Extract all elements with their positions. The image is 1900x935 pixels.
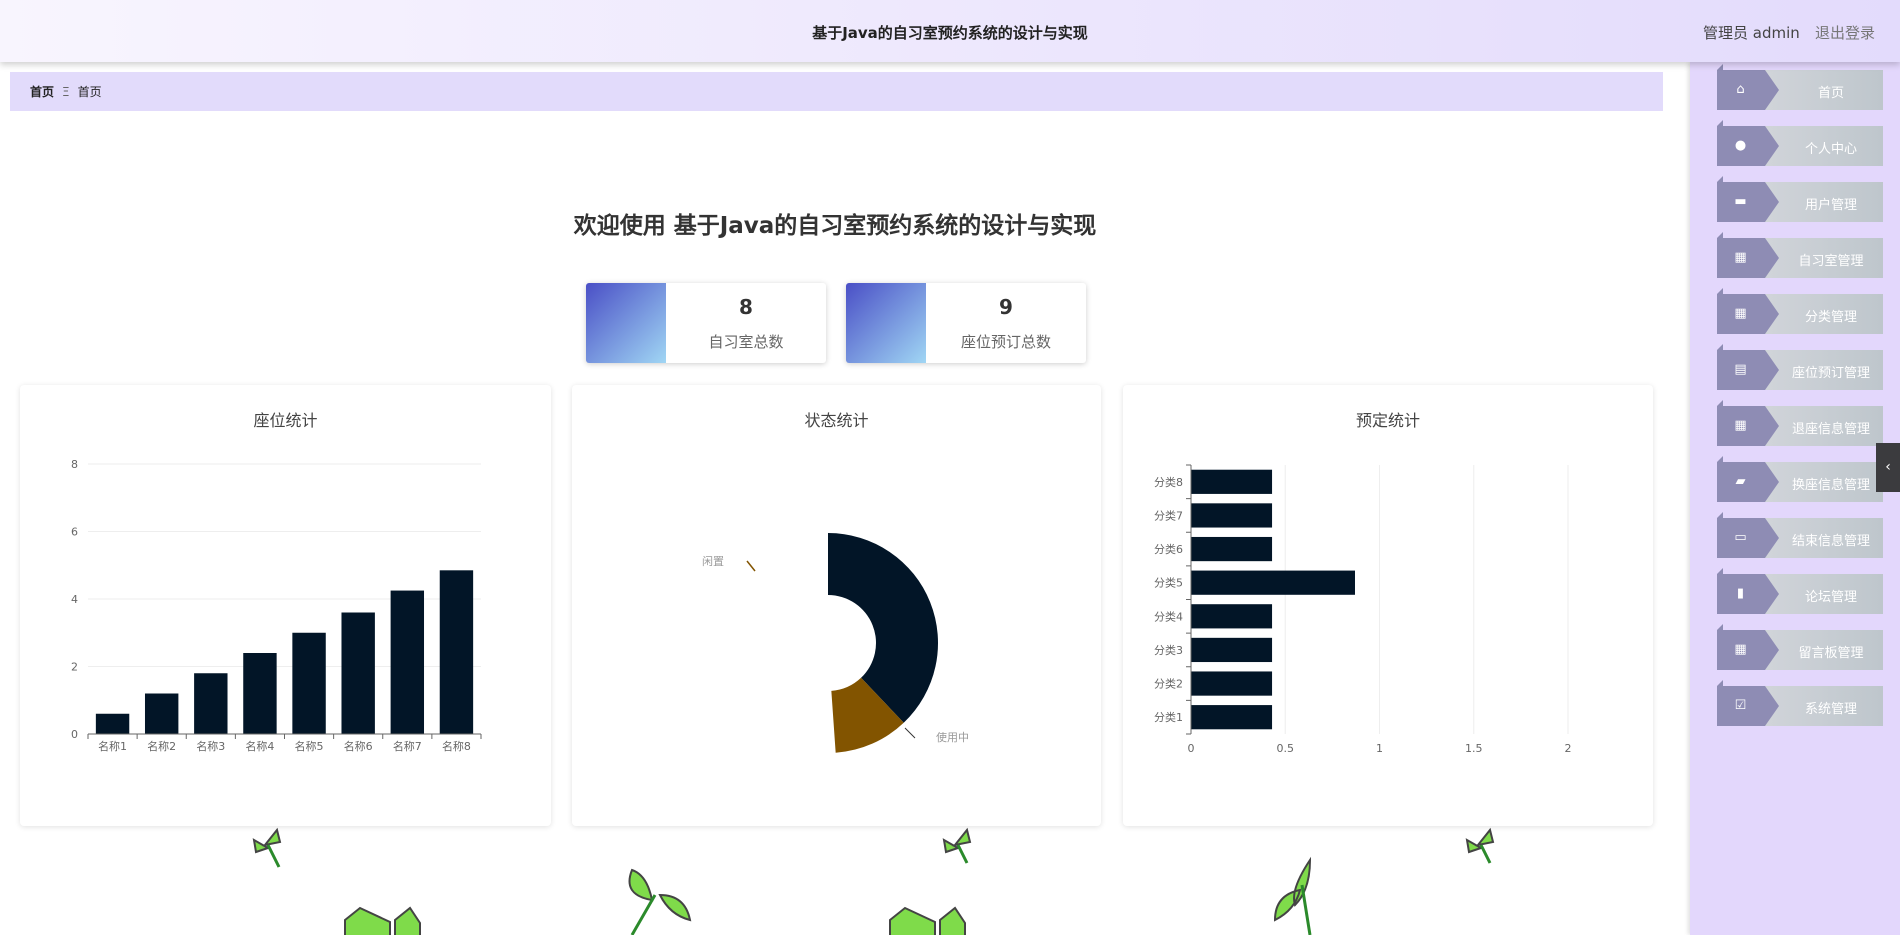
- sidebar-item-label: 论坛管理: [1804, 590, 1857, 605]
- x-tick-label: 名称5: [295, 739, 324, 753]
- bar: [390, 590, 425, 734]
- y-tick-label: 8: [71, 458, 78, 471]
- sidebar-menu: ⌂ 首页 ● 个人中心 ▬ 用户管理 ▦ 自习室管理 ▦ 分类管理 ▤ 座位预订管理 ▦ 退座信息管理 ▰ 换…: [1690, 62, 1900, 935]
- sidebar-item-label: 退座信息管理: [1791, 422, 1870, 437]
- sidebar-collapse-button[interactable]: ‹: [1876, 443, 1900, 492]
- y-tick-label: 分类1: [1154, 710, 1183, 724]
- chat-icon: ▭: [1734, 530, 1747, 545]
- status-chart-card: 状态统计 闲置 使用中: [572, 385, 1101, 826]
- bar: [1191, 671, 1273, 696]
- y-tick-label: 分类3: [1154, 643, 1183, 657]
- booking-chart-card: 预定统计 0 0.5 1 1.5 2 分类1 分类2 分类3 分类4 分类5 分类6 分类7 分类8: [1123, 385, 1653, 826]
- top-header: 基于Java的自习室预约系统的设计与实现 管理员 admin 退出登录: [0, 0, 1900, 62]
- y-tick-label: 分类7: [1154, 508, 1183, 522]
- app-title: 基于Java的自习室预约系统的设计与实现: [812, 24, 1088, 42]
- sidebar-item-label: 用户管理: [1804, 198, 1857, 213]
- sidebar-item-label: 换座信息管理: [1791, 478, 1870, 493]
- x-tick-label: 名称2: [147, 739, 176, 753]
- x-tick-label: 名称8: [442, 739, 471, 753]
- x-tick-label: 2: [1565, 742, 1572, 755]
- status-donut-chart: 闲置使用中: [702, 533, 969, 753]
- y-tick-label: 分类6: [1154, 542, 1183, 556]
- label-line: [746, 560, 756, 572]
- bar: [1191, 570, 1355, 595]
- bar: [1191, 503, 1273, 528]
- grid-icon: ▦: [1734, 306, 1747, 321]
- briefcase-icon: ▬: [1734, 194, 1747, 209]
- y-tick-label: 2: [71, 661, 78, 674]
- sidebar-item-label: 个人中心: [1804, 142, 1857, 157]
- y-tick-label: 4: [71, 593, 78, 606]
- current-user: 管理员 admin: [1703, 24, 1800, 42]
- ticket-icon: ▰: [1735, 474, 1746, 489]
- sidebar-item-label: 分类管理: [1804, 310, 1857, 325]
- bar: [194, 673, 228, 734]
- bar: [1191, 536, 1273, 562]
- sidebar-item-label: 首页: [1817, 86, 1844, 101]
- sidebar-item-10[interactable]: ▦ 留言板管理: [1717, 624, 1883, 670]
- bar: [243, 653, 277, 734]
- seat-chart-card: 座位统计 0 2 4 6 8 名称1 名称2 名称3 名称4 名称5 名称6 名称7 名称8: [20, 385, 551, 826]
- sidebar-item-label: 座位预订管理: [1791, 366, 1870, 381]
- y-tick-label: 分类8: [1154, 475, 1183, 489]
- bar: [1191, 705, 1273, 730]
- sidebar-item-9[interactable]: ▮ 论坛管理: [1717, 568, 1883, 614]
- x-tick-label: 1: [1376, 742, 1383, 755]
- x-tick-label: 0.5: [1277, 742, 1295, 755]
- table-icon: ▦: [1734, 418, 1747, 433]
- sidebar-item-label: 系统管理: [1804, 702, 1857, 717]
- x-tick-label: 0: [1188, 742, 1195, 755]
- bar: [1191, 637, 1273, 663]
- sidebar-item-2[interactable]: ▬ 用户管理: [1717, 176, 1883, 222]
- x-tick-label: 1.5: [1465, 742, 1483, 755]
- sidebar-item-7[interactable]: ▰ 换座信息管理: [1717, 456, 1883, 502]
- x-tick-label: 名称6: [344, 739, 373, 753]
- sidebar-item-5[interactable]: ▤ 座位预订管理: [1717, 344, 1883, 390]
- logout-link[interactable]: 退出登录: [1815, 22, 1875, 43]
- slice-label: 闲置: [702, 554, 724, 568]
- bar: [1191, 469, 1273, 494]
- user-icon: ●: [1734, 138, 1747, 153]
- x-tick-label: 名称1: [98, 739, 127, 753]
- grid-icon: ▦: [1734, 642, 1747, 657]
- book-icon: ▮: [1736, 586, 1745, 601]
- x-tick-label: 名称7: [393, 739, 422, 753]
- y-tick-label: 分类5: [1154, 576, 1183, 590]
- seat-bar-chart: 0 2 4 6 8 名称1 名称2 名称3 名称4 名称5 名称6 名称7 名称8: [71, 458, 482, 753]
- checklist-icon: ☑: [1734, 698, 1747, 713]
- bar: [341, 612, 375, 734]
- home-icon: ⌂: [1736, 82, 1745, 97]
- sidebar-item-6[interactable]: ▦ 退座信息管理: [1717, 400, 1883, 446]
- sidebar-item-1[interactable]: ● 个人中心: [1717, 120, 1883, 166]
- bar: [1191, 604, 1273, 629]
- y-tick-label: 分类4: [1154, 609, 1183, 623]
- bar: [439, 570, 474, 734]
- sidebar-item-4[interactable]: ▦ 分类管理: [1717, 288, 1883, 334]
- sidebar-item-0[interactable]: ⌂ 首页: [1717, 64, 1883, 110]
- sidebar-item-3[interactable]: ▦ 自习室管理: [1717, 232, 1883, 278]
- sidebar-item-label: 结束信息管理: [1791, 534, 1870, 549]
- bar: [95, 713, 130, 734]
- sidebar-item-11[interactable]: ☑ 系统管理: [1717, 680, 1883, 726]
- sidebar-item-8[interactable]: ▭ 结束信息管理: [1717, 512, 1883, 558]
- label-line: [904, 727, 916, 739]
- y-tick-label: 6: [71, 526, 78, 539]
- bar: [292, 632, 326, 734]
- grid-icon: ▦: [1734, 250, 1747, 265]
- clipboard-icon: ▤: [1734, 362, 1747, 377]
- sidebar-item-label: 自习室管理: [1798, 254, 1864, 269]
- x-tick-label: 名称3: [196, 739, 225, 753]
- slice-label: 使用中: [936, 731, 969, 744]
- bar: [144, 693, 179, 734]
- x-tick-label: 名称4: [245, 739, 274, 753]
- y-tick-label: 0: [71, 728, 78, 741]
- booking-hbar-chart: 0 0.5 1 1.5 2 分类1 分类2 分类3 分类4 分类5 分类6 分类7 分类8: [1154, 464, 1572, 755]
- sidebar-item-label: 留言板管理: [1798, 646, 1864, 661]
- y-tick-label: 分类2: [1154, 677, 1183, 691]
